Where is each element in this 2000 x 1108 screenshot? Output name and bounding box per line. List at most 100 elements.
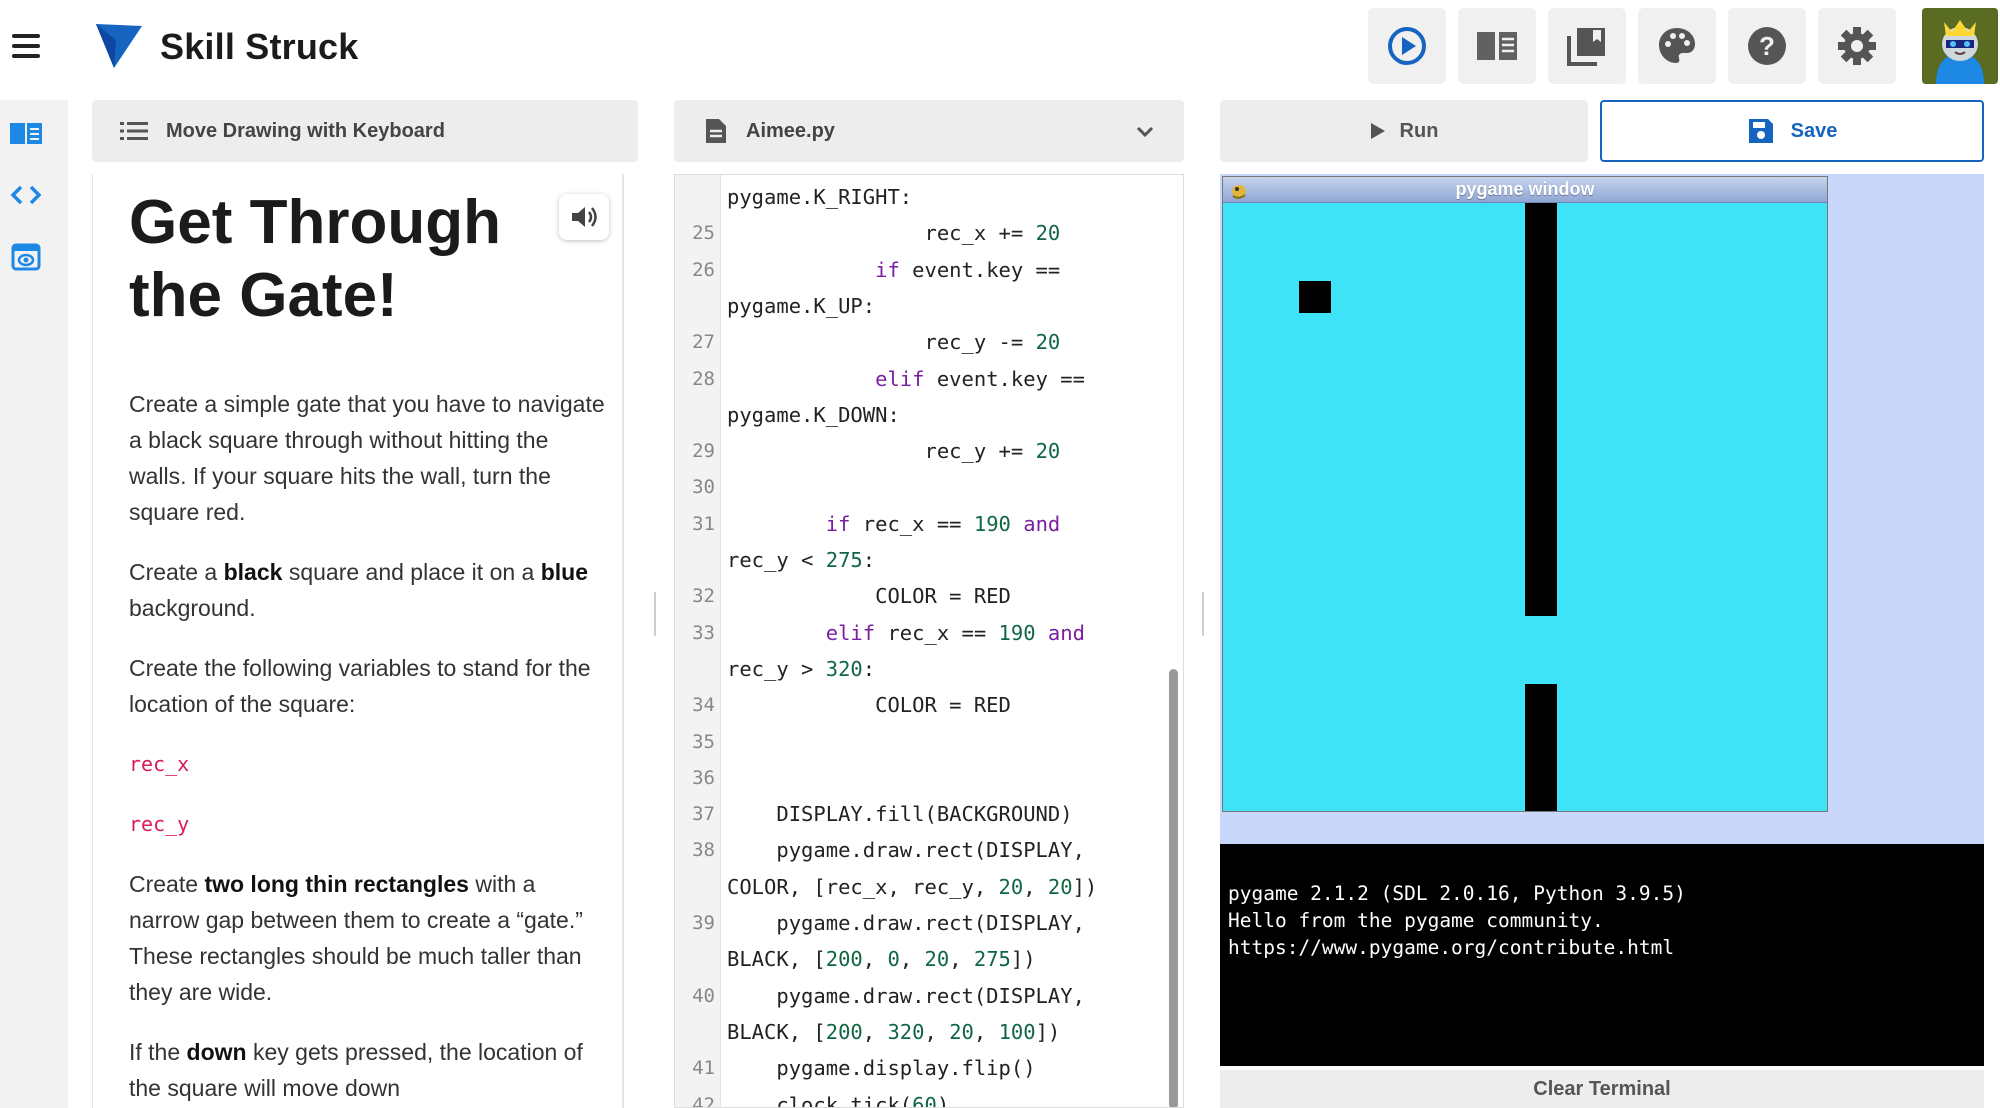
- editor-scrollbar[interactable]: [1169, 669, 1178, 1107]
- code-line[interactable]: 26 if event.key ==: [675, 252, 1183, 288]
- player-square: [1299, 281, 1331, 313]
- code-line[interactable]: rec_y < 275:: [675, 542, 1183, 578]
- code-editor[interactable]: pygame.K_RIGHT: 25 rec_x += 20 26 if event…: [674, 174, 1184, 1108]
- library-button[interactable]: [1548, 8, 1626, 84]
- line-number: 42: [692, 1093, 715, 1108]
- library-icon: [1567, 28, 1605, 66]
- code-line[interactable]: pygame.K_DOWN:: [675, 397, 1183, 433]
- line-number: 40: [692, 984, 715, 1007]
- instruction-paragraph: Create two long thin rectangles with a n…: [129, 871, 583, 1005]
- instructions-panel: Get Through the Gate! Create a simple ga…: [92, 174, 624, 1108]
- code-line[interactable]: 37 DISPLAY.fill(BACKGROUND): [675, 796, 1183, 832]
- instruction-paragraph: Create a black square and place it on a …: [129, 559, 589, 621]
- code-line[interactable]: 39 pygame.draw.rect(DISPLAY,: [675, 905, 1183, 941]
- play-icon: [1370, 123, 1385, 139]
- brand-name: Skill Struck: [160, 26, 359, 67]
- theme-button[interactable]: [1638, 8, 1716, 84]
- gate-wall-top: [1525, 203, 1557, 616]
- code-line[interactable]: 35: [675, 724, 1183, 760]
- output-area: pygame window: [1220, 174, 1984, 844]
- code-line[interactable]: 42 clock.tick(60): [675, 1087, 1183, 1108]
- code-line[interactable]: 32 COLOR = RED: [675, 578, 1183, 614]
- top-bar: Skill Struck ?: [0, 0, 2000, 92]
- rail-instructions[interactable]: [8, 116, 44, 150]
- pygame-snake-icon: [1232, 185, 1246, 199]
- line-number: 30: [692, 476, 715, 499]
- code-line[interactable]: 41 pygame.display.flip(): [675, 1050, 1183, 1086]
- book-open-icon: [10, 123, 42, 144]
- preview-icon: [11, 243, 41, 271]
- code-text: pygame.K_UP:: [727, 293, 876, 318]
- panel-resize-handle[interactable]: [1202, 592, 1204, 636]
- play-icon: [1388, 27, 1426, 65]
- code-text: if rec_x == 190 and: [825, 511, 1061, 536]
- user-avatar[interactable]: [1922, 8, 1998, 84]
- code-line[interactable]: 28 elif event.key ==: [675, 361, 1183, 397]
- pygame-window-titlebar[interactable]: pygame window: [1223, 177, 1827, 203]
- code-text: COLOR, [rec_x, rec_y, 20, 20]): [727, 874, 1098, 899]
- chevron-down-icon: [1136, 126, 1154, 138]
- terminal-output[interactable]: pygame 2.1.2 (SDL 2.0.16, Python 3.9.5) …: [1220, 844, 1984, 1066]
- code-line[interactable]: 38 pygame.draw.rect(DISPLAY,: [675, 832, 1183, 868]
- menu-icon[interactable]: [10, 30, 42, 62]
- line-number: 32: [692, 585, 715, 608]
- help-button[interactable]: ?: [1728, 8, 1806, 84]
- settings-button[interactable]: [1818, 8, 1896, 84]
- code-line[interactable]: 27 rec_y -= 20: [675, 324, 1183, 360]
- read-aloud-button[interactable]: [559, 194, 609, 240]
- code-line[interactable]: COLOR, [rec_x, rec_y, 20, 20]): [675, 869, 1183, 905]
- code-line[interactable]: 30: [675, 469, 1183, 505]
- code-text: clock.tick(60): [727, 1092, 950, 1108]
- avatar-icon: [1922, 8, 1998, 84]
- code-line[interactable]: rec_y > 320:: [675, 651, 1183, 687]
- line-number: 29: [692, 440, 715, 463]
- line-number: 36: [692, 766, 715, 789]
- code-line[interactable]: pygame.K_RIGHT:: [675, 179, 1183, 215]
- rail-code[interactable]: [8, 178, 44, 212]
- code-text: rec_y < 275:: [727, 548, 876, 572]
- code-line[interactable]: 33 elif rec_x == 190 and: [675, 615, 1183, 651]
- code-line[interactable]: 31 if rec_x == 190 and: [675, 506, 1183, 542]
- book-button[interactable]: [1458, 8, 1536, 84]
- code-line[interactable]: 25 rec_x += 20: [675, 215, 1183, 251]
- code-line[interactable]: BLACK, [200, 0, 20, 275]): [675, 941, 1183, 977]
- code-text: pygame.draw.rect(DISPLAY,: [727, 911, 1085, 935]
- help-icon: ?: [1748, 27, 1786, 65]
- lesson-header[interactable]: Move Drawing with Keyboard: [92, 100, 638, 162]
- panel-resize-handle[interactable]: [654, 592, 656, 636]
- code-text: pygame.draw.rect(DISPLAY,: [727, 838, 1085, 863]
- code-text: rec_x += 20: [727, 221, 1061, 246]
- save-icon: [1748, 119, 1773, 143]
- play-button[interactable]: [1368, 8, 1446, 84]
- gear-icon: [1838, 27, 1876, 65]
- code-line[interactable]: BLACK, [200, 320, 20, 100]): [675, 1014, 1183, 1050]
- code-line[interactable]: 34 COLOR = RED: [675, 687, 1183, 723]
- file-icon: [706, 119, 726, 143]
- pygame-window-title: pygame window: [1455, 179, 1595, 199]
- code-text: rec_y += 20: [727, 439, 1061, 464]
- save-label: Save: [1790, 119, 1838, 142]
- code-line[interactable]: 36: [675, 760, 1183, 796]
- line-number: 28: [692, 367, 715, 390]
- code-line[interactable]: 29 rec_y += 20: [675, 433, 1183, 469]
- rail-preview[interactable]: [8, 240, 44, 274]
- code-line[interactable]: 40 pygame.draw.rect(DISPLAY,: [675, 978, 1183, 1014]
- pygame-window[interactable]: pygame window: [1222, 176, 1828, 812]
- code-text: pygame.display.flip(): [727, 1056, 1036, 1081]
- line-number: 34: [692, 694, 715, 717]
- line-number: 39: [692, 912, 715, 934]
- side-rail: [0, 100, 68, 1108]
- svg-text:?: ?: [1759, 31, 1775, 61]
- run-button[interactable]: Run: [1220, 100, 1588, 162]
- clear-terminal-button[interactable]: Clear Terminal: [1220, 1070, 1984, 1108]
- code-text: BLACK, [200, 0, 20, 275]): [727, 947, 1036, 972]
- code-line[interactable]: pygame.K_UP:: [675, 288, 1183, 324]
- code-text: BLACK, [200, 320, 20, 100]): [727, 1019, 1061, 1044]
- list-icon: [120, 122, 148, 140]
- speaker-icon: [572, 207, 597, 227]
- save-button[interactable]: Save: [1600, 100, 1984, 162]
- file-selector[interactable]: Aimee.py: [674, 100, 1184, 162]
- instructions-text: Create a simple gate that you have to na…: [129, 386, 607, 1108]
- code-text: rec_y -= 20: [727, 330, 1061, 355]
- palette-icon: [1659, 28, 1695, 63]
